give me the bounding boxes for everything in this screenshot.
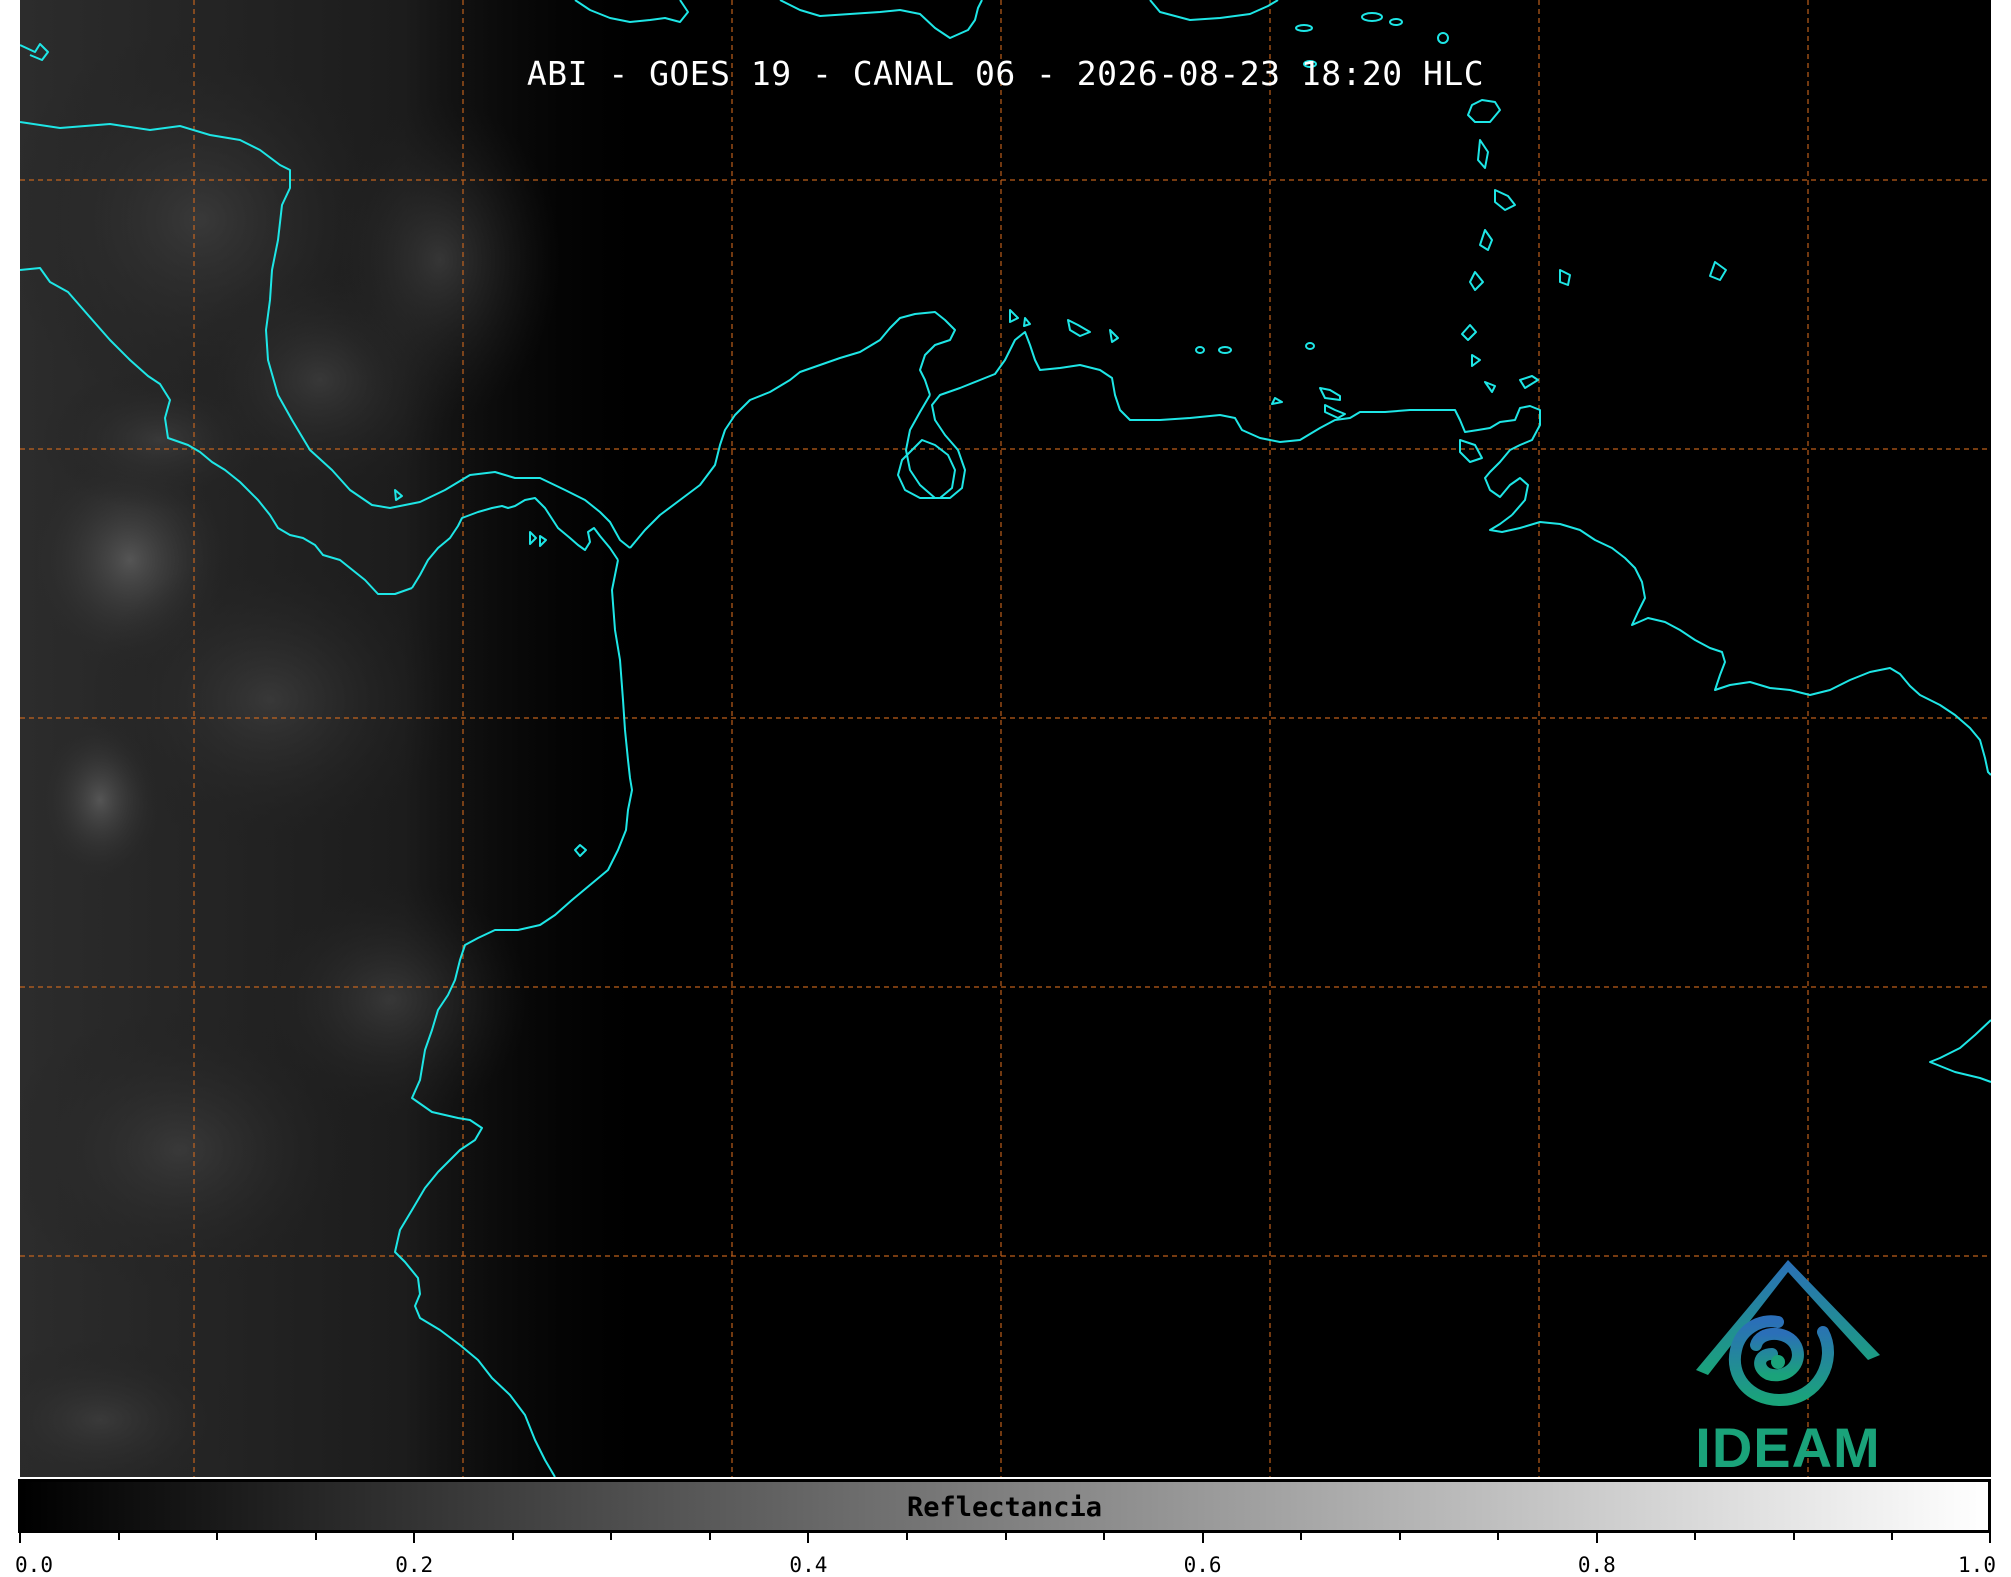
- colorbar-tick-label: 0.8: [1577, 1553, 1616, 1577]
- colorbar-major-tick: [413, 1533, 416, 1543]
- colorbar-minor-tick: [511, 1533, 514, 1540]
- colorbar-minor-tick: [1103, 1533, 1106, 1540]
- colorbar-label: Reflectancia: [906, 1492, 1103, 1523]
- colorbar-minor-tick: [610, 1533, 613, 1540]
- colorbar-major-tick: [1595, 1533, 1598, 1543]
- colorbar-major-tick: [19, 1533, 21, 1543]
- colorbar-minor-tick: [117, 1533, 120, 1540]
- colorbar-major-tick: [807, 1533, 810, 1543]
- colorbar-minor-tick: [216, 1533, 219, 1540]
- satellite-map: ABI - GOES 19 - CANAL 06 - 2026-08-23 18…: [20, 0, 1991, 1477]
- colorbar-minor-tick: [1694, 1533, 1697, 1540]
- colorbar-minor-tick: [708, 1533, 711, 1540]
- colorbar-tick-label: 0.2: [395, 1553, 434, 1577]
- colorbar-tick-label: 0.4: [789, 1553, 828, 1577]
- colorbar-minor-tick: [1497, 1533, 1500, 1540]
- colorbar-tick-label: 0.0: [15, 1553, 53, 1577]
- colorbar-minor-tick: [1398, 1533, 1401, 1540]
- colorbar: Reflectancia: [18, 1479, 1991, 1533]
- colorbar-minor-tick: [1004, 1533, 1007, 1540]
- colorbar-tick-label: 0.6: [1183, 1553, 1222, 1577]
- ideam-logo: IDEAM: [1668, 1250, 1908, 1477]
- colorbar-tick-label: 1.0: [1958, 1553, 1996, 1577]
- ideam-mountain-spiral-icon: [1696, 1260, 1880, 1407]
- colorbar-minor-tick: [1792, 1533, 1795, 1540]
- ideam-logo-text: IDEAM: [1695, 1416, 1881, 1477]
- colorbar-major-tick: [1201, 1533, 1204, 1543]
- map-title: ABI - GOES 19 - CANAL 06 - 2026-08-23 18…: [526, 54, 1485, 93]
- colorbar-major-tick: [1989, 1533, 1991, 1543]
- colorbar-minor-tick: [314, 1533, 317, 1540]
- colorbar-ticks: 0.0 0.2 0.4 0.6 0.8 1.0: [15, 1533, 1996, 1577]
- colorbar-minor-tick: [905, 1533, 908, 1540]
- colorbar-minor-tick: [1300, 1533, 1303, 1540]
- colorbar-minor-tick: [1891, 1533, 1894, 1540]
